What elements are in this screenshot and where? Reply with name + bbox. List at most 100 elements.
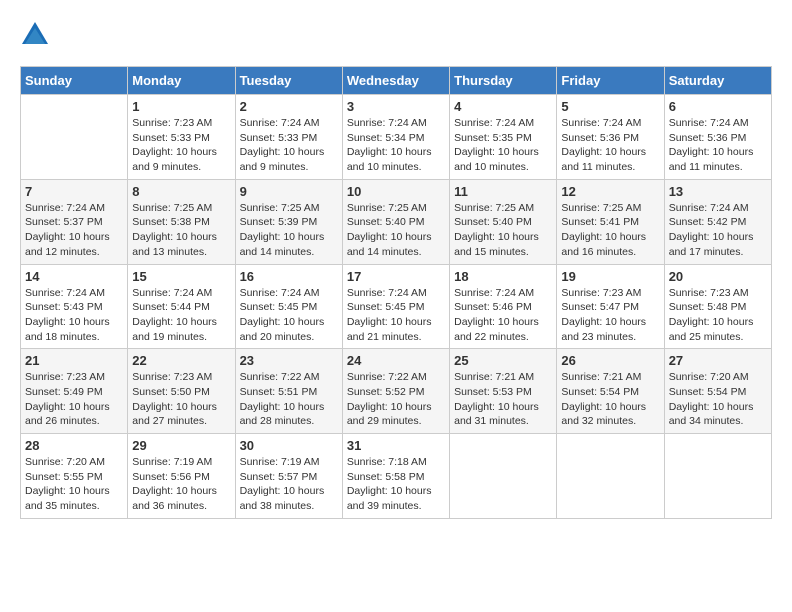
day-number: 27: [669, 353, 767, 368]
week-row-3: 14 Sunrise: 7:24 AMSunset: 5:43 PMDaylig…: [21, 264, 772, 349]
day-number: 8: [132, 184, 230, 199]
day-number: 17: [347, 269, 445, 284]
day-cell: [664, 434, 771, 519]
day-cell: [450, 434, 557, 519]
day-number: 28: [25, 438, 123, 453]
day-detail: Sunrise: 7:25 AMSunset: 5:40 PMDaylight:…: [347, 202, 432, 258]
day-number: 12: [561, 184, 659, 199]
day-number: 11: [454, 184, 552, 199]
day-detail: Sunrise: 7:19 AMSunset: 5:56 PMDaylight:…: [132, 456, 217, 512]
day-number: 6: [669, 99, 767, 114]
day-detail: Sunrise: 7:22 AMSunset: 5:51 PMDaylight:…: [240, 371, 325, 427]
day-number: 3: [347, 99, 445, 114]
day-detail: Sunrise: 7:23 AMSunset: 5:47 PMDaylight:…: [561, 287, 646, 343]
week-row-1: 1 Sunrise: 7:23 AMSunset: 5:33 PMDayligh…: [21, 95, 772, 180]
day-cell: 18 Sunrise: 7:24 AMSunset: 5:46 PMDaylig…: [450, 264, 557, 349]
day-cell: 16 Sunrise: 7:24 AMSunset: 5:45 PMDaylig…: [235, 264, 342, 349]
header-cell-tuesday: Tuesday: [235, 67, 342, 95]
day-number: 30: [240, 438, 338, 453]
week-row-2: 7 Sunrise: 7:24 AMSunset: 5:37 PMDayligh…: [21, 179, 772, 264]
day-cell: 10 Sunrise: 7:25 AMSunset: 5:40 PMDaylig…: [342, 179, 449, 264]
day-cell: 8 Sunrise: 7:25 AMSunset: 5:38 PMDayligh…: [128, 179, 235, 264]
day-cell: 20 Sunrise: 7:23 AMSunset: 5:48 PMDaylig…: [664, 264, 771, 349]
header-cell-saturday: Saturday: [664, 67, 771, 95]
day-number: 5: [561, 99, 659, 114]
day-detail: Sunrise: 7:24 AMSunset: 5:45 PMDaylight:…: [240, 287, 325, 343]
day-number: 26: [561, 353, 659, 368]
logo-icon: [20, 20, 50, 50]
day-number: 29: [132, 438, 230, 453]
day-detail: Sunrise: 7:25 AMSunset: 5:40 PMDaylight:…: [454, 202, 539, 258]
day-number: 16: [240, 269, 338, 284]
day-cell: 2 Sunrise: 7:24 AMSunset: 5:33 PMDayligh…: [235, 95, 342, 180]
header-cell-friday: Friday: [557, 67, 664, 95]
day-number: 2: [240, 99, 338, 114]
week-row-4: 21 Sunrise: 7:23 AMSunset: 5:49 PMDaylig…: [21, 349, 772, 434]
day-cell: 22 Sunrise: 7:23 AMSunset: 5:50 PMDaylig…: [128, 349, 235, 434]
day-detail: Sunrise: 7:24 AMSunset: 5:44 PMDaylight:…: [132, 287, 217, 343]
day-number: 20: [669, 269, 767, 284]
day-number: 19: [561, 269, 659, 284]
header-cell-wednesday: Wednesday: [342, 67, 449, 95]
day-cell: 1 Sunrise: 7:23 AMSunset: 5:33 PMDayligh…: [128, 95, 235, 180]
day-detail: Sunrise: 7:24 AMSunset: 5:33 PMDaylight:…: [240, 117, 325, 173]
day-number: 25: [454, 353, 552, 368]
day-cell: 24 Sunrise: 7:22 AMSunset: 5:52 PMDaylig…: [342, 349, 449, 434]
day-detail: Sunrise: 7:21 AMSunset: 5:54 PMDaylight:…: [561, 371, 646, 427]
day-cell: 28 Sunrise: 7:20 AMSunset: 5:55 PMDaylig…: [21, 434, 128, 519]
day-detail: Sunrise: 7:24 AMSunset: 5:35 PMDaylight:…: [454, 117, 539, 173]
day-detail: Sunrise: 7:20 AMSunset: 5:55 PMDaylight:…: [25, 456, 110, 512]
header-cell-sunday: Sunday: [21, 67, 128, 95]
day-detail: Sunrise: 7:24 AMSunset: 5:45 PMDaylight:…: [347, 287, 432, 343]
day-number: 1: [132, 99, 230, 114]
page-header: [20, 20, 772, 50]
day-number: 24: [347, 353, 445, 368]
day-cell: 30 Sunrise: 7:19 AMSunset: 5:57 PMDaylig…: [235, 434, 342, 519]
day-detail: Sunrise: 7:25 AMSunset: 5:41 PMDaylight:…: [561, 202, 646, 258]
header-row: SundayMondayTuesdayWednesdayThursdayFrid…: [21, 67, 772, 95]
day-cell: 26 Sunrise: 7:21 AMSunset: 5:54 PMDaylig…: [557, 349, 664, 434]
day-cell: 25 Sunrise: 7:21 AMSunset: 5:53 PMDaylig…: [450, 349, 557, 434]
day-cell: 29 Sunrise: 7:19 AMSunset: 5:56 PMDaylig…: [128, 434, 235, 519]
day-number: 15: [132, 269, 230, 284]
day-cell: 5 Sunrise: 7:24 AMSunset: 5:36 PMDayligh…: [557, 95, 664, 180]
day-cell: 4 Sunrise: 7:24 AMSunset: 5:35 PMDayligh…: [450, 95, 557, 180]
week-row-5: 28 Sunrise: 7:20 AMSunset: 5:55 PMDaylig…: [21, 434, 772, 519]
day-detail: Sunrise: 7:24 AMSunset: 5:46 PMDaylight:…: [454, 287, 539, 343]
day-number: 21: [25, 353, 123, 368]
day-cell: [21, 95, 128, 180]
day-detail: Sunrise: 7:24 AMSunset: 5:42 PMDaylight:…: [669, 202, 754, 258]
day-detail: Sunrise: 7:23 AMSunset: 5:33 PMDaylight:…: [132, 117, 217, 173]
day-number: 13: [669, 184, 767, 199]
day-number: 9: [240, 184, 338, 199]
day-number: 4: [454, 99, 552, 114]
day-number: 31: [347, 438, 445, 453]
day-detail: Sunrise: 7:21 AMSunset: 5:53 PMDaylight:…: [454, 371, 539, 427]
day-detail: Sunrise: 7:25 AMSunset: 5:38 PMDaylight:…: [132, 202, 217, 258]
day-number: 23: [240, 353, 338, 368]
day-cell: 23 Sunrise: 7:22 AMSunset: 5:51 PMDaylig…: [235, 349, 342, 434]
day-detail: Sunrise: 7:24 AMSunset: 5:36 PMDaylight:…: [561, 117, 646, 173]
day-number: 10: [347, 184, 445, 199]
day-detail: Sunrise: 7:23 AMSunset: 5:48 PMDaylight:…: [669, 287, 754, 343]
day-cell: 11 Sunrise: 7:25 AMSunset: 5:40 PMDaylig…: [450, 179, 557, 264]
calendar-table: SundayMondayTuesdayWednesdayThursdayFrid…: [20, 66, 772, 519]
day-detail: Sunrise: 7:23 AMSunset: 5:49 PMDaylight:…: [25, 371, 110, 427]
day-cell: 31 Sunrise: 7:18 AMSunset: 5:58 PMDaylig…: [342, 434, 449, 519]
day-detail: Sunrise: 7:24 AMSunset: 5:34 PMDaylight:…: [347, 117, 432, 173]
day-number: 22: [132, 353, 230, 368]
day-detail: Sunrise: 7:23 AMSunset: 5:50 PMDaylight:…: [132, 371, 217, 427]
day-detail: Sunrise: 7:22 AMSunset: 5:52 PMDaylight:…: [347, 371, 432, 427]
header-cell-thursday: Thursday: [450, 67, 557, 95]
day-detail: Sunrise: 7:19 AMSunset: 5:57 PMDaylight:…: [240, 456, 325, 512]
day-cell: 13 Sunrise: 7:24 AMSunset: 5:42 PMDaylig…: [664, 179, 771, 264]
day-cell: 14 Sunrise: 7:24 AMSunset: 5:43 PMDaylig…: [21, 264, 128, 349]
day-cell: [557, 434, 664, 519]
day-cell: 9 Sunrise: 7:25 AMSunset: 5:39 PMDayligh…: [235, 179, 342, 264]
day-detail: Sunrise: 7:24 AMSunset: 5:36 PMDaylight:…: [669, 117, 754, 173]
day-detail: Sunrise: 7:20 AMSunset: 5:54 PMDaylight:…: [669, 371, 754, 427]
header-cell-monday: Monday: [128, 67, 235, 95]
day-cell: 27 Sunrise: 7:20 AMSunset: 5:54 PMDaylig…: [664, 349, 771, 434]
day-number: 14: [25, 269, 123, 284]
day-cell: 12 Sunrise: 7:25 AMSunset: 5:41 PMDaylig…: [557, 179, 664, 264]
